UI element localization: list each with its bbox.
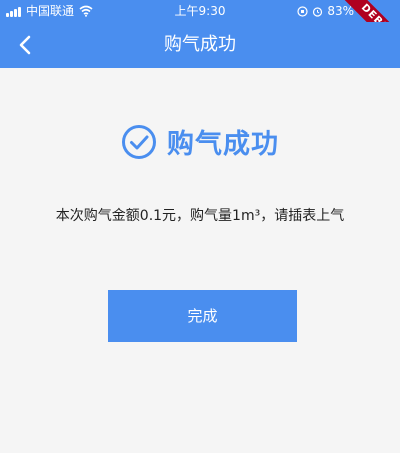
done-button[interactable]: 完成 xyxy=(108,290,297,342)
alarm-icon xyxy=(313,6,323,17)
orientation-lock-icon xyxy=(297,5,308,17)
purchase-detail-text: 本次购气金额0.1元，购气量1m³，请插表上气 xyxy=(55,208,345,224)
success-header: 购气成功 xyxy=(0,122,400,161)
app-bar: 购气成功 xyxy=(0,22,400,68)
success-title: 购气成功 xyxy=(167,129,279,160)
screen: 中国联通 上午9:30 83% DEBUG xyxy=(0,0,400,453)
check-circle-icon xyxy=(122,124,156,159)
status-bar: 中国联通 上午9:30 83% xyxy=(0,0,400,22)
page-title: 购气成功 xyxy=(164,34,236,55)
status-right: 83% xyxy=(297,0,354,22)
